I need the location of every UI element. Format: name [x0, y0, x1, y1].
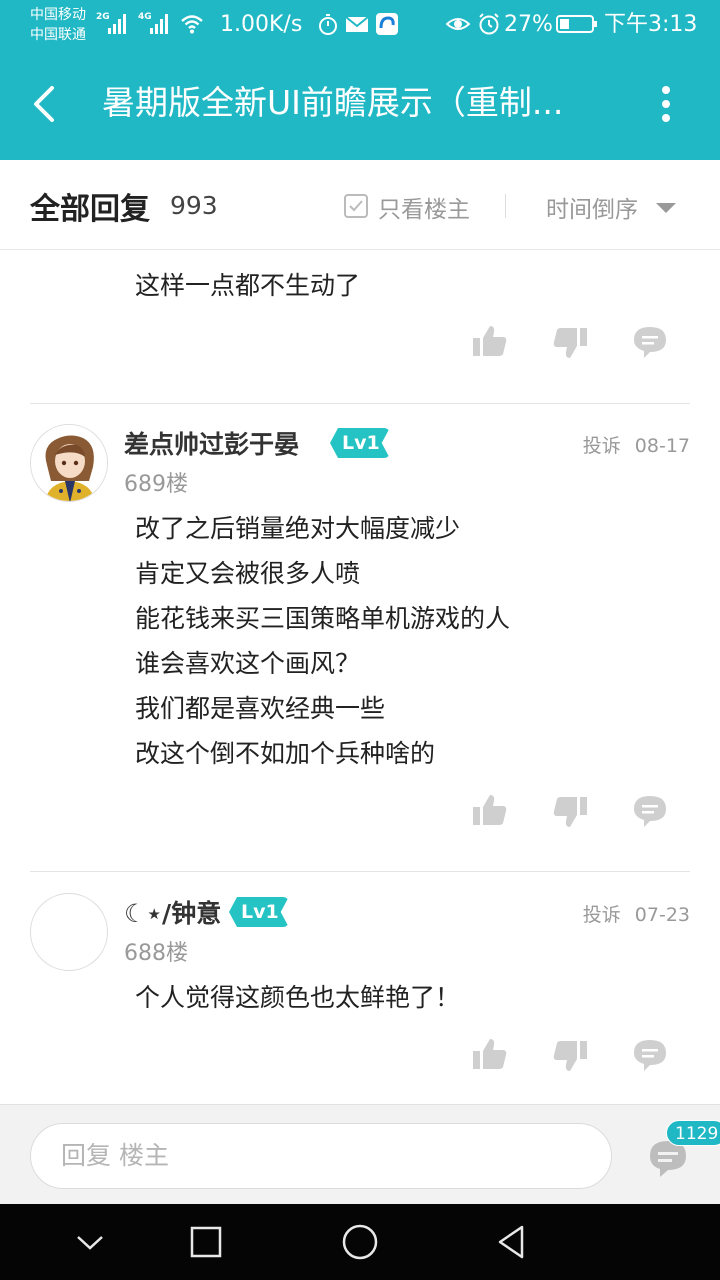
thumbs-down-icon[interactable] — [550, 1035, 590, 1075]
comments-count-badge: 1129 — [666, 1120, 720, 1146]
post-date: 08-17 — [634, 435, 690, 457]
sort-order-button[interactable]: 时间倒序 — [546, 190, 638, 224]
report-link[interactable]: 投诉 — [583, 904, 621, 926]
all-replies-label: 全部回复 — [30, 192, 150, 227]
stopwatch-icon — [319, 14, 337, 35]
anime-character-avatar-icon — [31, 425, 107, 501]
filter-divider — [505, 194, 506, 218]
recent-apps-square-icon[interactable] — [186, 1222, 226, 1262]
reply-count: 993 — [170, 191, 218, 220]
post-actions — [470, 1035, 700, 1075]
wifi-icon — [181, 15, 203, 34]
carrier-2: 中国联通 — [30, 27, 86, 43]
thumbs-up-icon[interactable] — [470, 322, 510, 362]
post-separator — [30, 403, 690, 404]
app-header: 暑期版全新UI前瞻展示（重制... — [0, 50, 720, 160]
system-nav-bar — [0, 1204, 720, 1280]
post-text-line: 能花钱来买三国策略单机游戏的人 — [135, 604, 511, 633]
post-actions — [470, 322, 700, 362]
battery-icon — [556, 15, 597, 33]
only-op-label[interactable]: 只看楼主 — [378, 190, 470, 224]
checkmark-icon — [349, 200, 363, 212]
comment-icon[interactable] — [630, 322, 670, 362]
carrier-names: 中国移动 中国联通 — [30, 5, 86, 45]
app-notification-icon — [376, 13, 398, 35]
signal-bars-2-icon — [150, 12, 168, 34]
post-actions — [470, 791, 700, 831]
thumbs-up-icon[interactable] — [470, 1035, 510, 1075]
mail-icon — [345, 16, 369, 32]
report-link[interactable]: 投诉 — [583, 435, 621, 457]
post-text-line: 改这个倒不如加个兵种啥的 — [135, 739, 436, 768]
reply-bar: 回复 楼主 — [0, 1104, 720, 1204]
post-meta: 投诉 08-17 — [583, 431, 690, 458]
only-op-checkbox[interactable] — [344, 194, 368, 218]
post-text-line: 改了之后销量绝对大幅度减少 — [135, 514, 461, 543]
post-text-line: 个人觉得这颜色也太鲜艳了！ — [135, 983, 461, 1012]
caret-down-icon[interactable] — [656, 203, 676, 213]
signal-bars-1-icon — [108, 12, 126, 34]
filter-bar: 全部回复 993 只看楼主 时间倒序 — [0, 160, 720, 250]
floor-number: 689楼 — [124, 472, 188, 497]
post-text-line: 我们都是喜欢经典一些 — [135, 694, 386, 723]
clock-time: 下午3:13 — [604, 12, 698, 37]
hide-keyboard-chevron-icon[interactable] — [70, 1222, 110, 1262]
avatar[interactable] — [30, 893, 108, 971]
alarm-icon — [479, 13, 499, 35]
thumbs-down-icon[interactable] — [550, 791, 590, 831]
thumbs-down-icon[interactable] — [550, 322, 590, 362]
post-meta: 投诉 07-23 — [583, 900, 690, 927]
battery-percent: 27% — [504, 12, 553, 37]
post-separator — [30, 871, 690, 872]
home-circle-icon[interactable] — [340, 1222, 380, 1262]
avatar[interactable] — [30, 424, 108, 502]
back-arrow-icon[interactable] — [30, 84, 60, 124]
more-options-icon[interactable] — [656, 86, 676, 126]
thumbs-up-icon[interactable] — [470, 791, 510, 831]
level-badge: Lv1 — [330, 428, 390, 458]
username[interactable]: 差点帅过彭于晏 — [124, 425, 299, 461]
page-title: 暑期版全新UI前瞻展示（重制... — [102, 83, 564, 122]
post-text-line: 谁会喜欢这个画风？ — [135, 649, 361, 678]
comment-icon[interactable] — [630, 791, 670, 831]
post-text-line: 这样一点都不生动了 — [135, 271, 361, 300]
post-date: 07-23 — [634, 904, 690, 926]
status-bar: 中国移动 中国联通 2G 4G 1.00K/s 27% 下午3:13 — [0, 0, 720, 50]
post-text-line: 肯定又会被很多人喷 — [135, 559, 361, 588]
level-badge: Lv1 — [229, 897, 289, 927]
eye-icon — [446, 18, 470, 30]
carrier-1: 中国移动 — [30, 7, 86, 23]
network-speed: 1.00K/s — [220, 12, 303, 37]
floor-number: 688楼 — [124, 941, 188, 966]
username[interactable]: ☾⋆/钟意 — [124, 894, 221, 930]
back-triangle-icon[interactable] — [492, 1222, 532, 1262]
replies-list[interactable]: 这样一点都不生动了 差点帅过彭于晏 Lv1 689楼 投诉 08-17 改了之后… — [0, 251, 720, 1104]
comment-icon[interactable] — [630, 1035, 670, 1075]
reply-input[interactable]: 回复 楼主 — [30, 1123, 612, 1189]
